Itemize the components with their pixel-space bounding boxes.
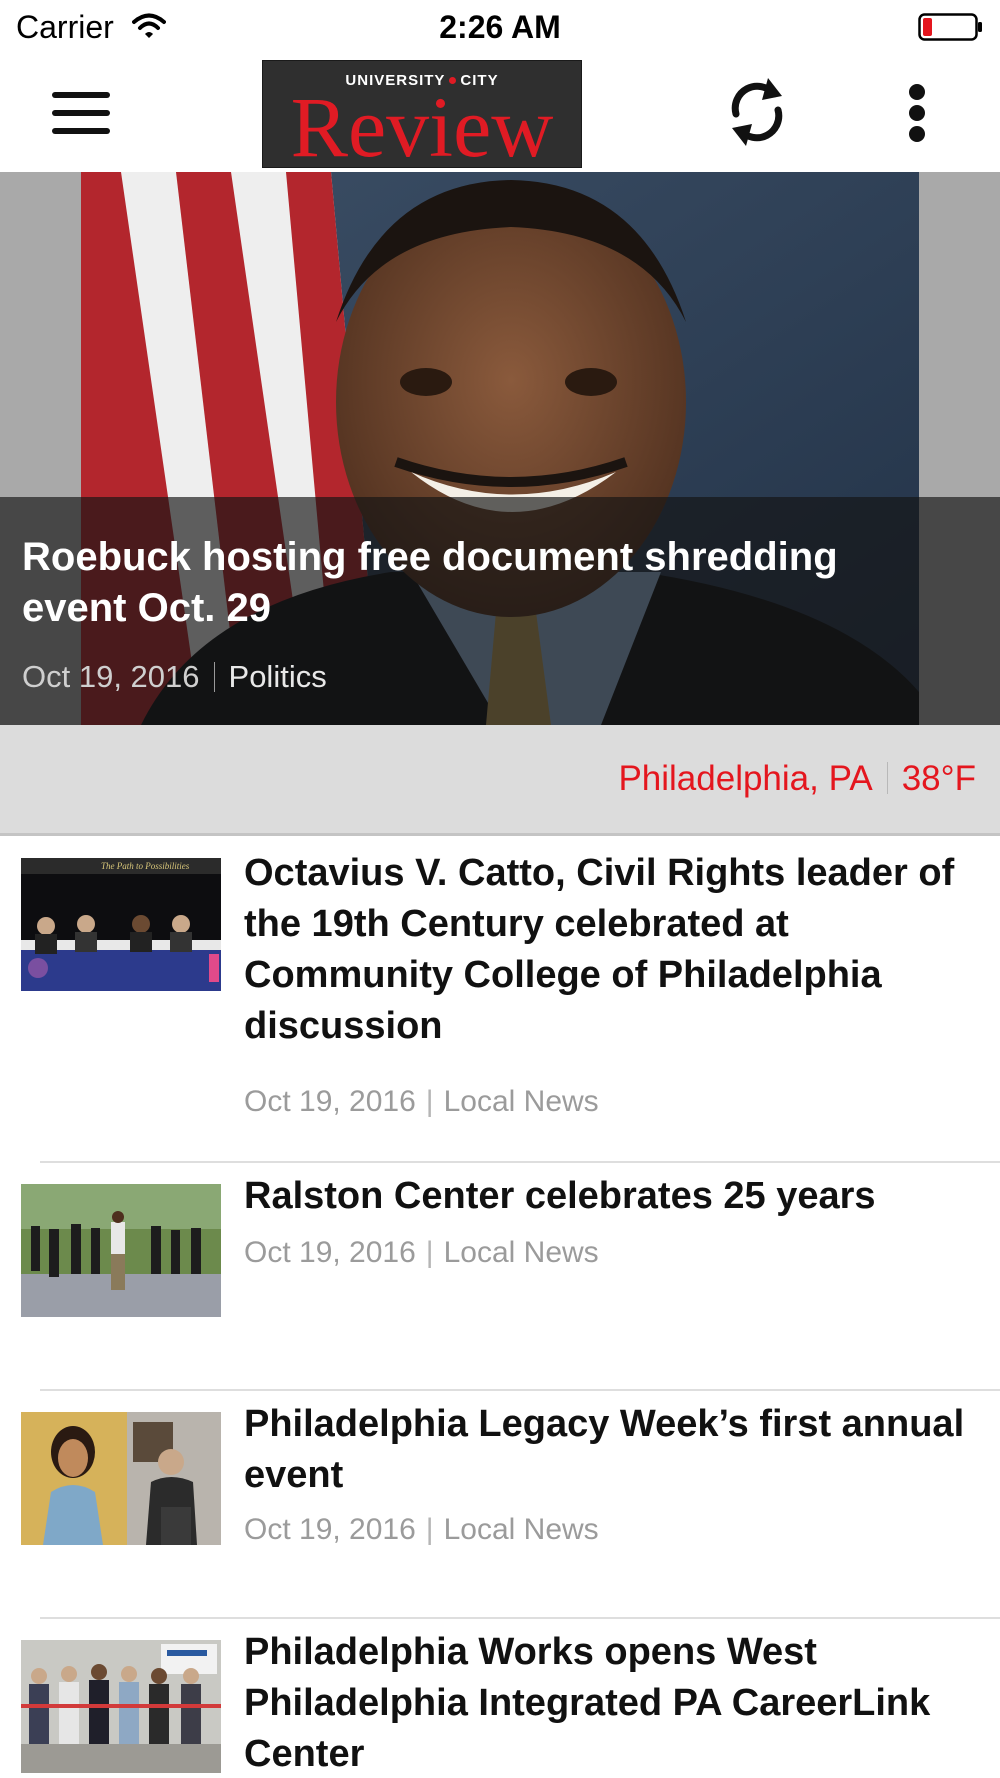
- article-category[interactable]: Local News: [444, 1236, 599, 1269]
- weather-temperature: 38°F: [901, 759, 976, 798]
- article-thumbnail: [21, 1184, 221, 1317]
- list-item[interactable]: Ralston Center celebrates 25 years Oct 1…: [0, 1163, 1000, 1389]
- nav-bar: UNIVERSITY CITY Review: [0, 54, 1000, 173]
- featured-article-title[interactable]: Roebuck hosting free document shredding …: [22, 532, 942, 634]
- app-screen: Carrier 2:26 AM UNIVERSITY CITY Review R…: [0, 0, 1000, 1778]
- article-date: Oct 19, 2016: [244, 1236, 416, 1269]
- article-thumbnail: The Path to Possibilities: [21, 858, 221, 991]
- featured-article[interactable]: Roebuck hosting free document shredding …: [0, 172, 1000, 725]
- weather-bar[interactable]: Philadelphia, PA 38°F: [0, 725, 1000, 836]
- status-clock: 2:26 AM: [439, 9, 561, 45]
- article-thumbnail: [21, 1640, 221, 1773]
- article-title[interactable]: Philadelphia Legacy Week’s first annual …: [244, 1399, 984, 1501]
- article-meta: Oct 19, 2016 | Local News: [244, 1085, 599, 1118]
- site-logo[interactable]: UNIVERSITY CITY Review: [262, 60, 582, 173]
- article-thumbnail: [21, 1412, 221, 1545]
- article-date: Oct 19, 2016: [244, 1085, 416, 1118]
- article-date: Oct 19, 2016: [244, 1513, 416, 1546]
- logo-wordmark: Review: [290, 79, 554, 175]
- article-meta: Oct 19, 2016 | Local News: [244, 1513, 599, 1546]
- featured-article-date: Oct 19, 2016: [22, 659, 200, 694]
- list-item[interactable]: Philadelphia Works opens West Philadelph…: [0, 1619, 1000, 1778]
- weather-readout: Philadelphia, PA 38°F: [618, 759, 976, 799]
- refresh-icon[interactable]: [724, 74, 790, 150]
- featured-article-category[interactable]: Politics: [229, 659, 327, 694]
- article-meta: Oct 19, 2016 | Local News: [244, 1236, 599, 1269]
- article-title[interactable]: Ralston Center celebrates 25 years: [244, 1171, 984, 1222]
- svg-text:The Path to Possibilities: The Path to Possibilities: [101, 861, 190, 871]
- status-bar: Carrier 2:26 AM: [0, 0, 1000, 54]
- more-vertical-icon[interactable]: [898, 82, 938, 144]
- weather-location: Philadelphia, PA: [618, 759, 873, 798]
- menu-icon[interactable]: [48, 88, 114, 138]
- article-category[interactable]: Local News: [444, 1085, 599, 1118]
- list-item[interactable]: The Path to Possibilities Octavius V. Ca…: [0, 835, 1000, 1163]
- featured-article-meta: Oct 19, 2016 Politics: [22, 659, 327, 695]
- list-item[interactable]: Philadelphia Legacy Week’s first annual …: [0, 1391, 1000, 1617]
- article-title[interactable]: Philadelphia Works opens West Philadelph…: [244, 1627, 984, 1778]
- article-title[interactable]: Octavius V. Catto, Civil Rights leader o…: [244, 848, 984, 1052]
- article-category[interactable]: Local News: [444, 1513, 599, 1546]
- battery-low-icon: [918, 13, 982, 41]
